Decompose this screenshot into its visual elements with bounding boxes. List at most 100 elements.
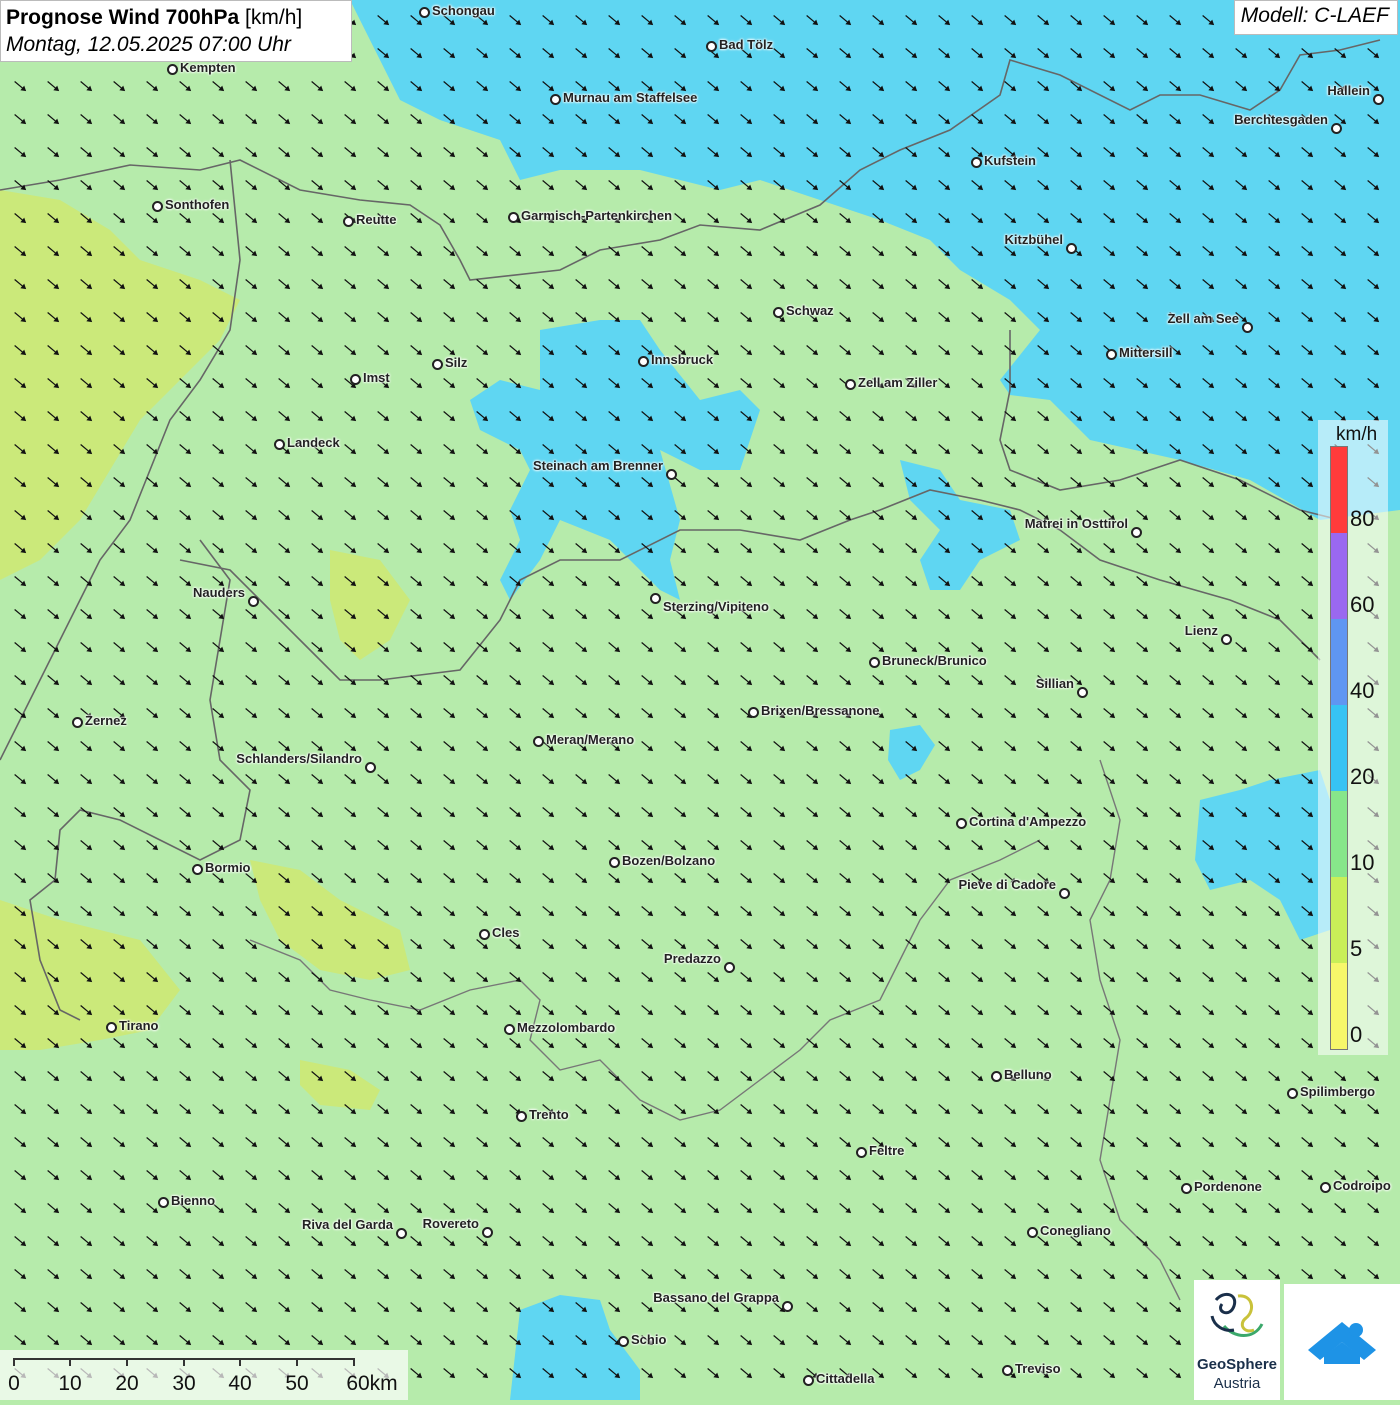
scale-tick <box>126 1358 128 1366</box>
city-label: Schio <box>631 1332 667 1347</box>
city-label: Zell am See <box>1167 311 1239 326</box>
scale-label: 30 <box>172 1372 196 1395</box>
city-dot-icon <box>1059 888 1070 899</box>
city-label: Schongau <box>432 3 495 18</box>
city-label: Zernez <box>85 713 127 728</box>
city-dot-icon <box>706 41 717 52</box>
legend-label-5: 5 <box>1350 936 1363 961</box>
model-label: Modell: C-LAEF <box>1233 0 1398 35</box>
city-label: Kufstein <box>984 153 1036 168</box>
city-label: Spilimbergo <box>1300 1084 1376 1099</box>
city-dot-icon <box>1131 527 1142 538</box>
city-dot-icon <box>158 1197 169 1208</box>
city-label: Sillian <box>1035 676 1074 691</box>
city-dot-icon <box>396 1228 407 1239</box>
city-dot-icon <box>782 1301 793 1312</box>
city-dot-icon <box>167 64 178 75</box>
title-unit: [km/h] <box>245 6 303 29</box>
city-label: Garmisch-Partenkirchen <box>521 208 673 223</box>
city-label: Rovereto <box>422 1216 479 1231</box>
city-dot-icon <box>1287 1088 1298 1099</box>
color-legend: km/h 80 60 40 20 10 5 0 <box>1318 420 1388 1055</box>
city-dot-icon <box>533 736 544 747</box>
city-label: Bienno <box>171 1193 216 1208</box>
city-dot-icon <box>432 359 443 370</box>
city-label: Meran/Merano <box>546 732 635 747</box>
city-dot-icon <box>1077 687 1088 698</box>
map-title: Prognose Wind 700hPa [km/h] <box>6 4 351 31</box>
city-label: Zell am Ziller <box>858 375 938 390</box>
city-dot-icon <box>956 818 967 829</box>
city-label: Mittersill <box>1119 345 1173 360</box>
city-label: Steinach am Brenner <box>532 458 663 473</box>
city-label: Murnau am Staffelsee <box>563 90 698 105</box>
city-dot-icon <box>991 1071 1002 1082</box>
city-label: Schlanders/Silandro <box>236 751 362 766</box>
city-label: Riva del Garda <box>301 1217 393 1232</box>
city-label: Hallein <box>1327 83 1370 98</box>
city-label: Cortina d'Ampezzo <box>969 814 1087 829</box>
scale-label: 20 <box>115 1372 139 1395</box>
city-label: Berchtesgaden <box>1234 112 1328 127</box>
city-dot-icon <box>869 657 880 668</box>
scale-tick <box>69 1358 71 1366</box>
legend-label-40: 40 <box>1350 678 1375 703</box>
legend-segment-80 <box>1331 447 1347 533</box>
city-label: Reutte <box>356 212 397 227</box>
city-label: Landeck <box>287 435 340 450</box>
city-dot-icon <box>845 379 856 390</box>
city-label: Kitzbühel <box>1004 232 1064 247</box>
city-dot-icon <box>274 439 285 450</box>
city-label: Lienz <box>1184 623 1218 638</box>
city-dot-icon <box>152 201 163 212</box>
legend-label-10: 10 <box>1350 850 1375 875</box>
city-dot-icon <box>1027 1227 1038 1238</box>
scale-tick <box>239 1358 241 1366</box>
city-dot-icon <box>666 469 677 480</box>
logo-name: GeoSphere <box>1196 1356 1278 1373</box>
scale-label: 0 <box>8 1372 20 1395</box>
city-label: Belluno <box>1004 1067 1052 1082</box>
city-dot-icon <box>1106 349 1117 360</box>
scale-label: 50 <box>285 1372 309 1395</box>
city-label: Bozen/Bolzano <box>622 853 716 868</box>
scale-tick <box>183 1358 185 1366</box>
city-dot-icon <box>1221 634 1232 645</box>
city-dot-icon <box>248 596 259 607</box>
legend-label-20: 20 <box>1350 764 1375 789</box>
map-title-box: Prognose Wind 700hPa [km/h] Montag, 12.0… <box>0 0 352 62</box>
legend-segment-5 <box>1331 877 1347 963</box>
city-label: Cittadella <box>816 1371 875 1386</box>
city-label: Treviso <box>1015 1361 1061 1376</box>
city-dot-icon <box>419 7 430 18</box>
scale-label: 10 <box>58 1372 82 1395</box>
city-dot-icon <box>365 762 376 773</box>
legend-segment-0 <box>1331 963 1347 1049</box>
city-dot-icon <box>479 929 490 940</box>
legend-label-0: 0 <box>1350 1022 1363 1047</box>
city-label: Feltre <box>869 1143 905 1158</box>
city-label: Nauders <box>192 585 245 600</box>
city-label: Pieve di Cadore <box>958 877 1056 892</box>
city-dot-icon <box>343 216 354 227</box>
logo-area: GeoSphere Austria <box>1194 1280 1400 1400</box>
city-label: Brixen/Bressanone <box>761 703 880 718</box>
city-label: Mezzolombardo <box>517 1020 616 1035</box>
city-label: Tirano <box>119 1018 159 1033</box>
weather-app-logo <box>1284 1284 1400 1400</box>
cloud-arrow-icon <box>1308 1322 1376 1364</box>
city-dot-icon <box>1373 94 1384 105</box>
city-dot-icon <box>550 94 561 105</box>
city-label: Bruneck/Brunico <box>882 653 987 668</box>
city-label: Silz <box>445 355 468 370</box>
city-dot-icon <box>508 212 519 223</box>
city-label: Predazzo <box>663 951 721 966</box>
city-dot-icon <box>106 1022 117 1033</box>
city-dot-icon <box>1320 1182 1331 1193</box>
city-dot-icon <box>350 374 361 385</box>
legend-segment-40 <box>1331 619 1347 705</box>
city-label: Pordenone <box>1194 1179 1262 1194</box>
geosphere-swirl-icon <box>1210 1292 1264 1337</box>
city-label: Matrei in Osttirol <box>1024 516 1128 531</box>
legend-label-80: 80 <box>1350 506 1375 531</box>
